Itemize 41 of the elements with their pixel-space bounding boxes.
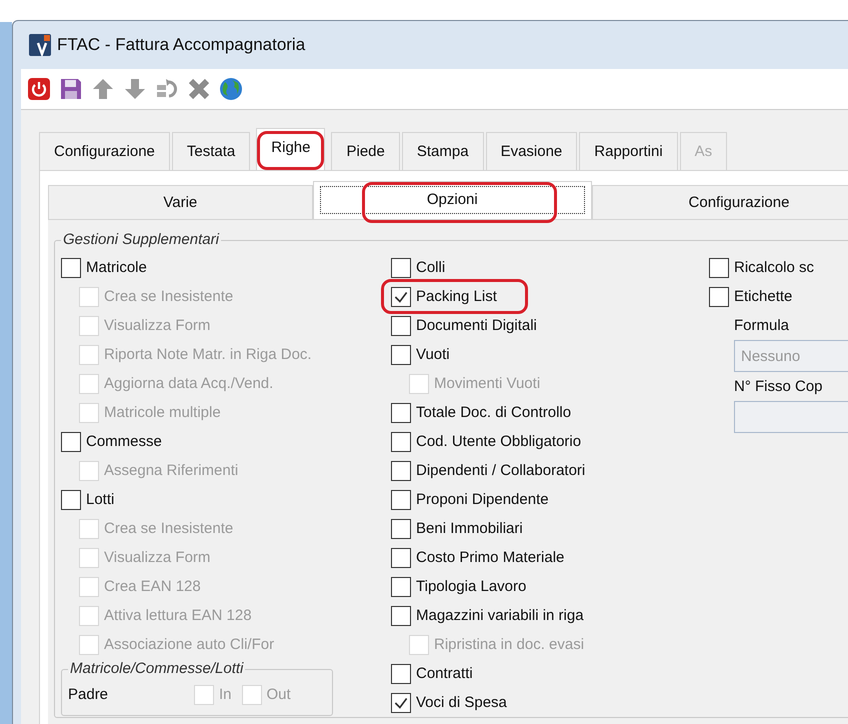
arrow-down-icon[interactable] xyxy=(123,77,147,101)
checkbox[interactable]: Proponi Dipendente xyxy=(391,485,549,514)
checkbox[interactable]: Colli xyxy=(391,253,446,282)
checkbox[interactable]: Magazzini variabili in riga xyxy=(391,601,584,630)
field-label: Formula xyxy=(733,316,790,336)
tab[interactable]: Varie xyxy=(48,185,313,219)
tab[interactable]: Righe xyxy=(256,128,326,170)
checkbox[interactable]: Lotti xyxy=(61,485,391,514)
power-icon[interactable] xyxy=(27,77,51,101)
checkbox[interactable]: Commesse xyxy=(61,427,391,456)
checkbox[interactable]: Voci di Spesa xyxy=(391,688,507,717)
window-title: FTAC - Fattura Accompagnatoria xyxy=(57,35,306,55)
tab[interactable]: Testata xyxy=(172,132,250,170)
tab[interactable]: Evasione xyxy=(486,132,578,170)
checkbox[interactable]: Documenti Digitali xyxy=(391,311,537,340)
tab[interactable]: Stampa xyxy=(402,132,484,170)
field-label: Padre xyxy=(68,686,110,703)
checkbox[interactable]: Costo Primo Materiale xyxy=(391,543,564,572)
checkbox[interactable]: Etichette xyxy=(709,282,848,311)
checkbox[interactable]: Dipendenti / Collaboratori xyxy=(391,456,586,485)
arrow-up-icon[interactable] xyxy=(91,77,115,101)
checkbox[interactable]: Contratti xyxy=(391,659,473,688)
tab[interactable]: Piede xyxy=(331,132,400,170)
input-field[interactable] xyxy=(734,401,848,433)
checkbox[interactable]: Beni Immobiliari xyxy=(391,514,523,543)
tab[interactable]: Configurazione xyxy=(592,185,848,219)
delete-icon[interactable] xyxy=(187,77,211,101)
checkbox[interactable]: Packing List xyxy=(391,282,497,311)
save-icon[interactable] xyxy=(59,77,83,101)
checkbox[interactable]: Totale Doc. di Controllo xyxy=(391,398,572,427)
checkbox[interactable]: Cod. Utente Obbligatorio xyxy=(391,427,582,456)
group-title: Gestioni Supplementari xyxy=(61,231,221,248)
app-logo-icon xyxy=(29,34,51,56)
checkbox[interactable]: Vuoti xyxy=(391,340,450,369)
field-label: N° Fisso Cop xyxy=(733,377,824,397)
globe-icon[interactable] xyxy=(219,77,243,101)
tab[interactable]: Configurazione xyxy=(39,132,170,170)
checkbox[interactable]: Ricalcolo sc xyxy=(709,253,848,282)
checkbox[interactable]: Matricole xyxy=(61,253,391,282)
tab[interactable]: Rapportini xyxy=(579,132,678,170)
checkbox[interactable]: Tipologia Lavoro xyxy=(391,572,526,601)
